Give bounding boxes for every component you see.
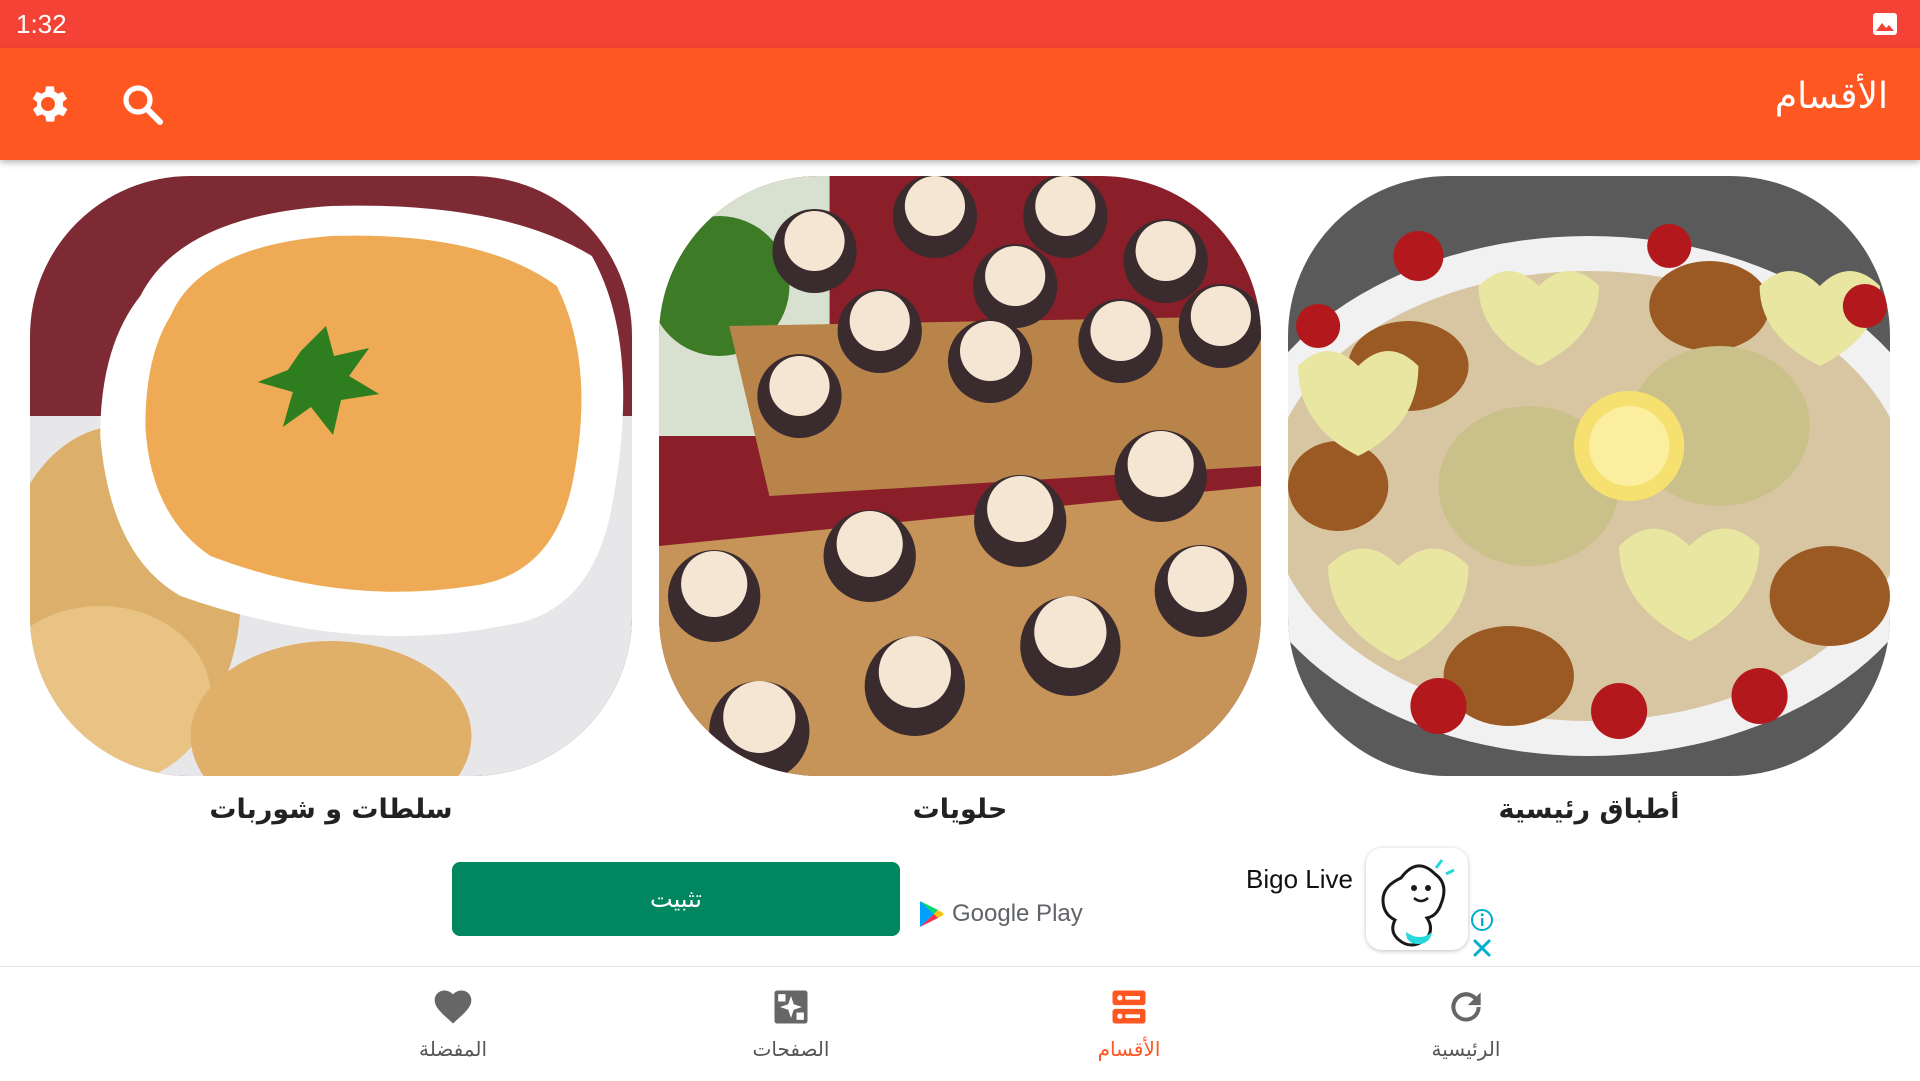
google-play-icon xyxy=(920,901,944,927)
settings-gear-icon[interactable] xyxy=(24,80,72,128)
nav-item-home[interactable]: الرئيسية xyxy=(1366,967,1566,1081)
google-play-badge[interactable]: Google Play xyxy=(918,896,1083,932)
image-notification-icon xyxy=(1873,13,1897,35)
page-title: الأقسام xyxy=(1774,76,1888,117)
pages-icon xyxy=(774,990,808,1024)
categories-icon xyxy=(1112,990,1146,1024)
ad-app-name: Bigo Live xyxy=(1246,864,1353,894)
ad-banner: تثبيت Google Play Bigo Live xyxy=(0,840,1920,966)
bottom-navigation: المفضلة الصفحات الأقسام الرئيسية xyxy=(0,966,1920,1080)
category-label: حلويات xyxy=(912,794,1008,825)
category-label: سلطات و شوربات xyxy=(209,794,453,825)
nav-label: المفضلة xyxy=(418,1037,488,1061)
search-icon[interactable] xyxy=(118,80,166,128)
nav-item-pages[interactable]: الصفحات xyxy=(691,967,891,1081)
chocolate-cookies-photo xyxy=(659,176,1261,776)
status-time: 1:32 xyxy=(16,9,67,39)
bigo-live-app-icon[interactable] xyxy=(1366,848,1468,950)
category-grid: سلطات و شوربات حلويات أطباق رئيسية xyxy=(0,160,1920,840)
google-play-label: Google Play xyxy=(952,900,1083,927)
category-label: أطباق رئيسية xyxy=(1498,794,1680,825)
category-card-sweets[interactable]: حلويات xyxy=(659,176,1261,836)
ad-info-icon[interactable] xyxy=(1470,908,1494,932)
ad-close-icon[interactable] xyxy=(1470,936,1494,960)
category-card-salads-soups[interactable]: سلطات و شوربات xyxy=(30,176,632,836)
heart-icon xyxy=(434,990,472,1024)
nav-label: الرئيسية xyxy=(1431,1037,1501,1061)
status-bar: 1:32 xyxy=(0,0,1920,48)
app-bar: الأقسام xyxy=(0,48,1920,160)
category-card-main-dishes[interactable]: أطباق رئيسية xyxy=(1288,176,1890,836)
nav-label: الأقسام xyxy=(1097,1037,1161,1061)
nav-label: الصفحات xyxy=(752,1037,830,1061)
refresh-icon xyxy=(1451,992,1481,1022)
nav-item-favorites[interactable]: المفضلة xyxy=(353,967,553,1081)
nav-item-categories[interactable]: الأقسام xyxy=(1029,967,1229,1081)
install-button[interactable]: تثبيت xyxy=(452,862,900,936)
soup-bowl-photo xyxy=(30,176,632,776)
chicken-platter-photo xyxy=(1288,176,1890,776)
